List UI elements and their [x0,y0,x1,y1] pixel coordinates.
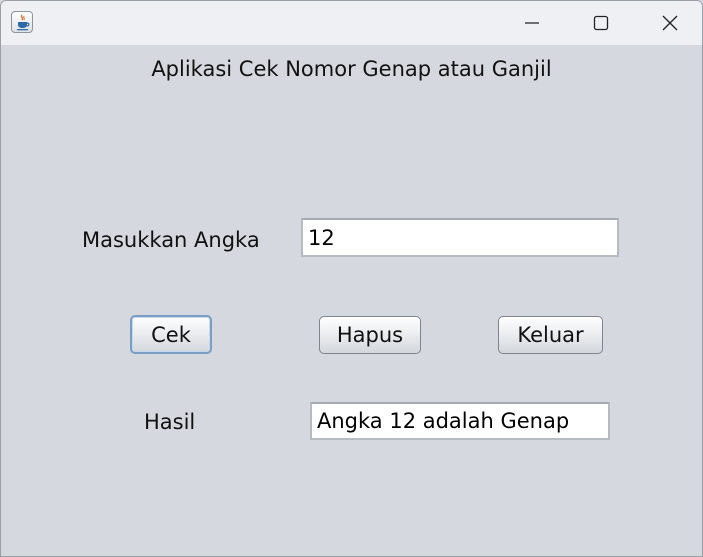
java-cup-icon[interactable] [11,11,33,33]
minimize-button[interactable] [497,1,567,45]
close-button[interactable] [635,1,702,45]
clear-button[interactable]: Hapus [319,316,421,354]
form-panel: Aplikasi Cek Nomor Genap atau Ganjil Mas… [1,45,702,556]
result-field[interactable] [310,402,610,440]
number-input[interactable] [301,218,619,257]
number-input-label: Masukkan Angka [82,228,260,252]
close-icon [662,15,678,31]
minimize-icon [525,22,539,24]
maximize-button[interactable] [566,1,636,45]
result-label: Hasil [144,410,196,434]
app-window: Aplikasi Cek Nomor Genap atau Ganjil Mas… [0,0,703,557]
title-bar[interactable] [1,1,702,45]
page-title: Aplikasi Cek Nomor Genap atau Ganjil [151,57,552,81]
exit-button[interactable]: Keluar [498,316,603,354]
maximize-icon [593,15,609,31]
check-button[interactable]: Cek [130,315,212,354]
